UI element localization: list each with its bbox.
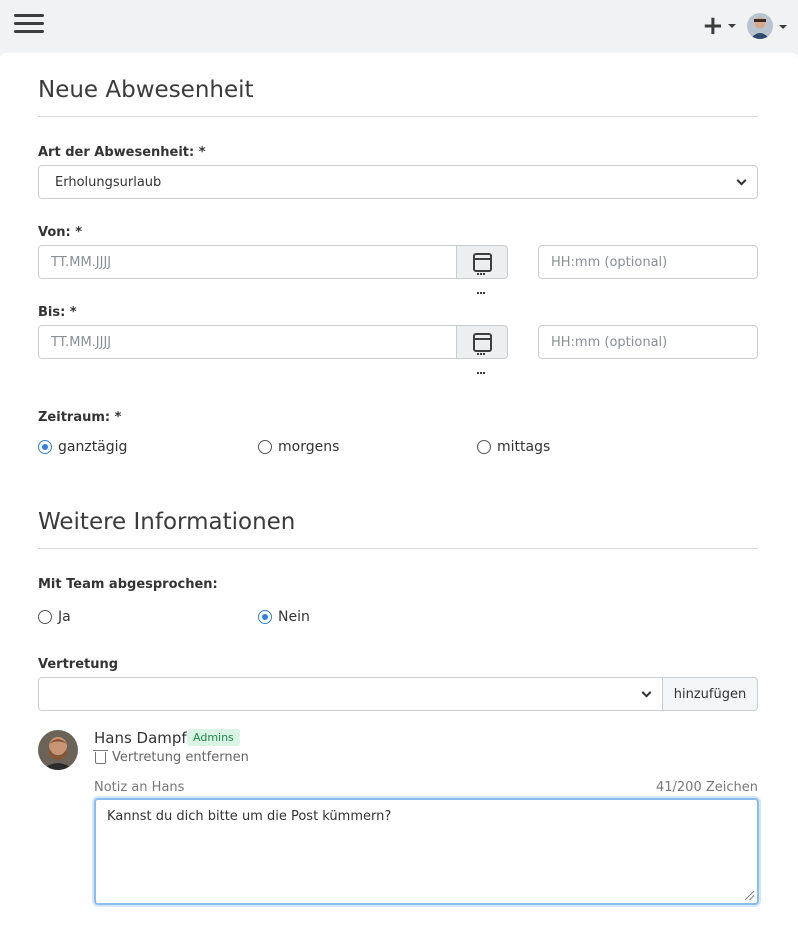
radio-checked-icon	[38, 440, 52, 454]
radio-unchecked-icon	[477, 440, 491, 454]
user-avatar	[747, 13, 773, 39]
from-label: Von: *	[38, 225, 83, 240]
section-title: Weitere Informationen	[38, 509, 296, 535]
divider	[38, 548, 758, 549]
team-agreed-radio-no[interactable]: Nein	[258, 609, 310, 625]
absence-type-label: Art der Abwesenheit: *	[38, 145, 206, 160]
user-menu-button[interactable]	[747, 13, 789, 41]
from-date-input[interactable]: TT.MM.JJJJ	[38, 245, 457, 279]
form-card: Neue Abwesenheit Art der Abwesenheit: * …	[0, 53, 798, 940]
team-agreed-radio-yes[interactable]: Ja	[38, 609, 71, 625]
caret-down-icon	[779, 25, 787, 29]
group-badge: Admins	[187, 729, 240, 746]
radio-unchecked-icon	[38, 610, 52, 624]
radio-checked-icon	[258, 610, 272, 624]
period-radio-noon[interactable]: mittags	[477, 439, 550, 455]
resize-handle-icon[interactable]	[745, 891, 754, 900]
chevron-down-icon	[736, 175, 747, 186]
from-calendar-button[interactable]	[456, 245, 508, 294]
to-time-input[interactable]: HH:mm (optional)	[538, 325, 758, 359]
to-label: Bis: *	[38, 305, 77, 320]
character-counter: 41/200 Zeichen	[655, 780, 758, 795]
substitute-name: Hans Dampf	[94, 729, 187, 747]
to-date-group: TT.MM.JJJJ	[38, 325, 508, 374]
calendar-icon	[473, 333, 492, 374]
radio-label: Ja	[58, 609, 71, 625]
absence-type-select[interactable]: Erholungsurlaub	[38, 165, 758, 199]
period-label: Zeitraum: *	[38, 410, 122, 425]
substitute-label: Vertretung	[38, 657, 119, 672]
substitute-select[interactable]	[38, 677, 663, 711]
absence-type-value: Erholungsurlaub	[55, 174, 162, 190]
hamburger-menu-icon[interactable]	[14, 14, 44, 34]
calendar-icon	[473, 253, 492, 294]
remove-substitute-link[interactable]: Vertretung entfernen	[93, 749, 249, 765]
radio-label: mittags	[497, 439, 551, 455]
radio-unchecked-icon	[258, 440, 272, 454]
period-radio-fullday[interactable]: ganztägig	[38, 439, 127, 455]
period-radio-morning[interactable]: morgens	[258, 439, 339, 455]
from-time-input[interactable]: HH:mm (optional)	[538, 245, 758, 279]
radio-label: morgens	[278, 439, 340, 455]
team-agreed-label: Mit Team abgesprochen:	[38, 577, 218, 592]
note-text: Kannst du dich bitte um die Post kümmern…	[107, 809, 392, 824]
trash-icon	[93, 749, 108, 764]
to-calendar-button[interactable]	[456, 325, 508, 374]
note-label: Notiz an Hans	[94, 780, 185, 795]
caret-down-icon	[728, 24, 736, 28]
page-title: Neue Abwesenheit	[38, 77, 254, 103]
remove-substitute-label: Vertretung entfernen	[112, 750, 249, 765]
note-textarea[interactable]: Kannst du dich bitte um die Post kümmern…	[94, 798, 759, 905]
top-bar: +	[0, 0, 798, 52]
to-date-input[interactable]: TT.MM.JJJJ	[38, 325, 457, 359]
chevron-down-icon	[641, 687, 652, 698]
substitute-avatar	[38, 730, 78, 770]
create-menu-button[interactable]: +	[702, 11, 738, 41]
radio-label: ganztägig	[58, 439, 128, 455]
divider	[38, 116, 758, 117]
from-date-group: TT.MM.JJJJ	[38, 245, 508, 294]
add-substitute-button[interactable]: hinzufügen	[662, 677, 758, 711]
radio-label: Nein	[278, 609, 310, 625]
plus-icon: +	[702, 11, 724, 41]
